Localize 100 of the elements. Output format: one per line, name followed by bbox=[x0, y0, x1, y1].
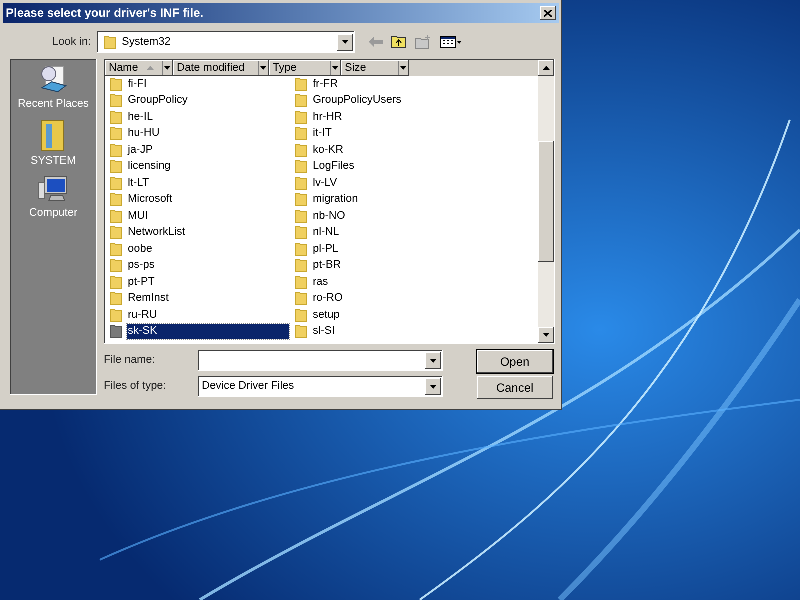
places-item[interactable]: Computer bbox=[29, 175, 78, 222]
field-value: Device Driver Files bbox=[202, 379, 296, 394]
column-label: Size bbox=[344, 62, 368, 74]
view-menu-icon[interactable] bbox=[440, 36, 462, 48]
file-list-item[interactable]: ro-RO bbox=[295, 290, 495, 307]
places-item[interactable]: SYSTEM bbox=[30, 118, 76, 169]
folder-icon bbox=[110, 308, 123, 323]
dialog-button[interactable]: Cancel bbox=[477, 376, 553, 399]
dropdown-button[interactable] bbox=[425, 378, 441, 395]
file-list-item[interactable]: lt-LT bbox=[110, 175, 295, 192]
item-name: fr-FR bbox=[312, 76, 340, 92]
file-list-item[interactable]: MUI bbox=[110, 208, 295, 224]
dialog-button[interactable]: Open bbox=[477, 350, 553, 373]
dropdown-button[interactable] bbox=[337, 34, 353, 50]
file-list-item[interactable]: ru-RU bbox=[110, 307, 295, 324]
folder-icon bbox=[110, 324, 123, 340]
caret-icon bbox=[430, 384, 436, 388]
folder-icon bbox=[295, 225, 308, 240]
file-list-item[interactable]: fi-FI bbox=[110, 76, 295, 92]
file-list-item[interactable]: RemInst bbox=[110, 290, 295, 307]
file-type-dropdown[interactable]: Device Driver Files bbox=[198, 376, 443, 397]
folder-icon bbox=[295, 258, 308, 274]
file-list-item[interactable]: pt-BR bbox=[295, 258, 495, 274]
folder-icon bbox=[295, 274, 308, 290]
file-list-item[interactable]: hu-HU bbox=[110, 126, 295, 142]
column-header[interactable]: Date modified bbox=[173, 60, 269, 76]
folder-icon bbox=[110, 258, 123, 274]
file-list-item[interactable]: nb-NO bbox=[295, 208, 495, 224]
file-list-item[interactable]: ps-ps bbox=[110, 258, 295, 274]
file-list-item[interactable]: migration bbox=[295, 192, 495, 208]
folder-icon bbox=[110, 110, 123, 125]
item-name: Microsoft bbox=[127, 192, 174, 208]
file-list-item[interactable]: setup bbox=[295, 307, 495, 324]
item-name: sk-SK bbox=[127, 324, 289, 340]
folder-icon bbox=[110, 142, 123, 158]
file-list-item[interactable]: he-IL bbox=[110, 109, 295, 126]
folder-icon bbox=[110, 93, 123, 108]
file-list-item[interactable]: pl-PL bbox=[295, 241, 495, 258]
file-list-item[interactable]: sl-SI bbox=[295, 324, 495, 340]
item-name: MUI bbox=[127, 208, 150, 224]
look-in-dropdown[interactable]: System32 bbox=[97, 31, 355, 53]
item-name: setup bbox=[312, 308, 341, 323]
file-list-item[interactable]: ras bbox=[295, 274, 495, 290]
file-list-item[interactable]: Microsoft bbox=[110, 192, 295, 208]
file-list-item[interactable]: fr-FR bbox=[295, 76, 495, 92]
places-item[interactable]: Recent Places bbox=[18, 64, 89, 112]
file-list-item[interactable]: lv-LV bbox=[295, 175, 495, 192]
file-list-item[interactable]: hr-HR bbox=[295, 109, 495, 126]
file-list-item[interactable]: pt-PT bbox=[110, 274, 295, 290]
file-list-item[interactable]: nl-NL bbox=[295, 224, 495, 241]
item-name: sl-SI bbox=[312, 324, 336, 340]
item-name: oobe bbox=[127, 242, 154, 257]
file-list-item[interactable]: GroupPolicy bbox=[110, 92, 295, 109]
folder-icon bbox=[110, 291, 123, 306]
folder-icon bbox=[110, 159, 123, 174]
item-name: pl-PL bbox=[312, 242, 340, 257]
scroll-thumb[interactable] bbox=[538, 141, 554, 262]
close-icon bbox=[544, 10, 552, 16]
scroll-up-button[interactable] bbox=[538, 60, 554, 76]
close-button[interactable] bbox=[540, 6, 556, 20]
item-name: LogFiles bbox=[312, 159, 356, 174]
field-label: File name: bbox=[104, 353, 156, 368]
folder-icon bbox=[110, 176, 123, 191]
item-name: hu-HU bbox=[127, 126, 161, 142]
column-header[interactable]: Size bbox=[341, 60, 409, 76]
file-list-item[interactable]: NetworkList bbox=[110, 224, 295, 241]
dropdown-button[interactable] bbox=[425, 352, 441, 369]
folder-icon bbox=[104, 34, 117, 50]
folder-icon bbox=[295, 142, 308, 158]
item-name: pt-BR bbox=[312, 258, 342, 274]
file-list-item[interactable]: GroupPolicyUsers bbox=[295, 92, 495, 109]
scroll-down-button[interactable] bbox=[538, 327, 554, 343]
up-arrow-icon bbox=[542, 66, 550, 70]
item-name: ro-RO bbox=[312, 291, 344, 306]
file-list-item[interactable]: ko-KR bbox=[295, 142, 495, 158]
column-header[interactable]: Type bbox=[269, 60, 341, 76]
file-list-item[interactable]: oobe bbox=[110, 241, 295, 258]
item-name: GroupPolicy bbox=[127, 93, 189, 108]
field-label: Files of type: bbox=[104, 379, 168, 394]
file-list-item[interactable]: LogFiles bbox=[295, 158, 495, 175]
caret-icon bbox=[164, 66, 171, 70]
file-list-item[interactable]: licensing bbox=[110, 158, 295, 175]
vertical-scrollbar[interactable] bbox=[538, 60, 554, 343]
caret-icon bbox=[430, 358, 436, 362]
folder-icon bbox=[110, 208, 123, 224]
folder-icon bbox=[110, 192, 123, 208]
item-name: pt-PT bbox=[127, 274, 156, 290]
item-name: hr-HR bbox=[312, 110, 344, 125]
folder-icon bbox=[295, 192, 308, 208]
file-name-combobox[interactable] bbox=[198, 350, 443, 371]
caret-icon bbox=[400, 66, 407, 70]
file-list-item[interactable]: it-IT bbox=[295, 126, 495, 142]
folder-icon bbox=[110, 126, 123, 142]
up-folder-icon[interactable] bbox=[391, 35, 407, 49]
file-list-item[interactable]: sk-SK bbox=[110, 324, 295, 340]
folder-icon bbox=[110, 225, 123, 240]
column-header[interactable]: Name bbox=[105, 60, 173, 76]
caret-icon bbox=[260, 66, 267, 70]
file-list-item[interactable]: ja-JP bbox=[110, 142, 295, 158]
column-label: Name bbox=[108, 62, 140, 74]
